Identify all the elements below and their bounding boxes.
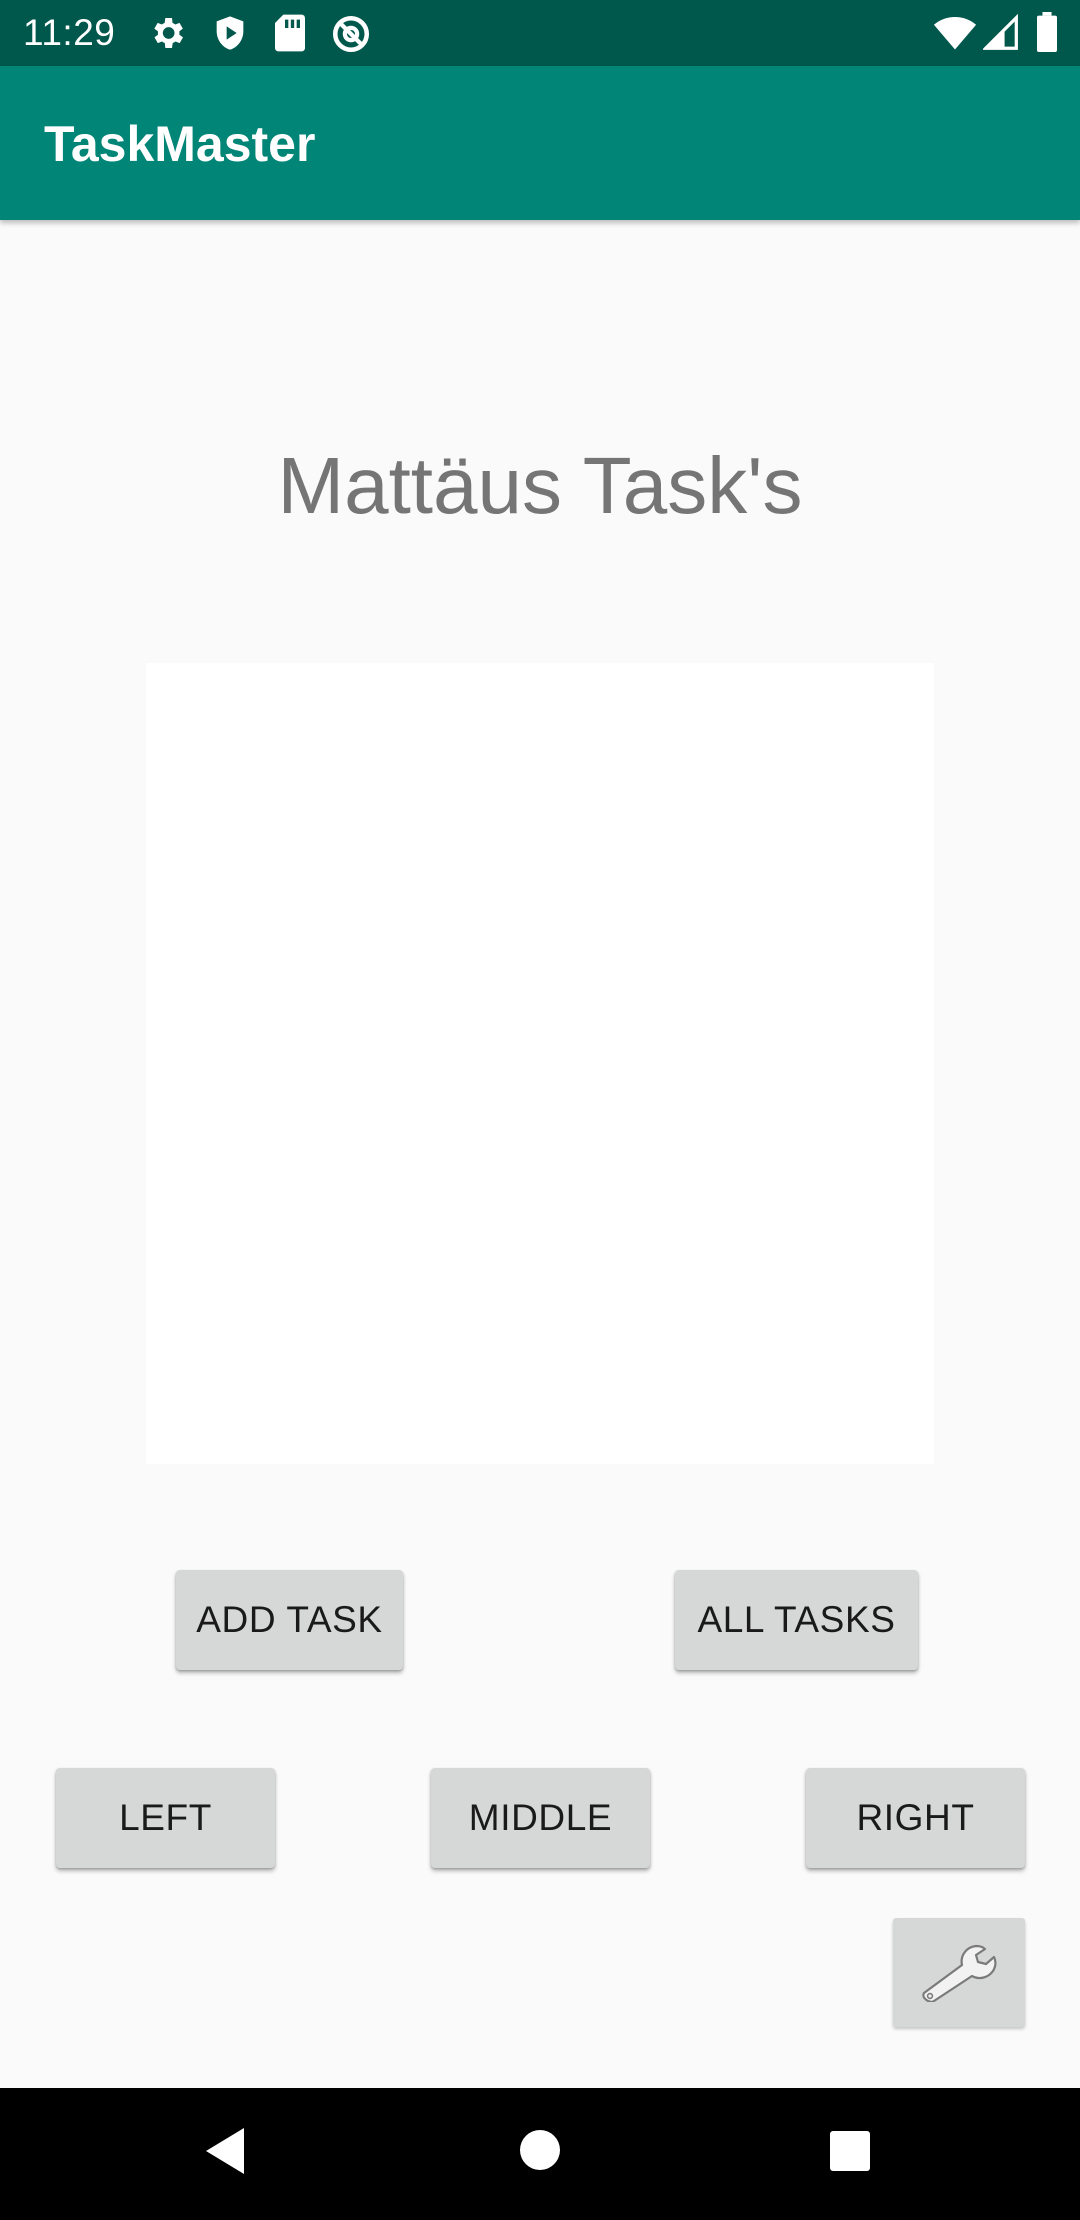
sd-card-icon [272,13,308,58]
add-task-button[interactable]: ADD TASK [176,1570,403,1670]
status-bar: 11:29 [0,0,1080,66]
at-sign-icon [330,13,372,60]
battery-icon [1036,12,1058,57]
settings-button[interactable] [893,1918,1025,2027]
wrench-icon [916,1938,1002,2007]
wifi-icon [933,14,977,57]
app-title: TaskMaster [44,116,316,172]
all-tasks-button[interactable]: ALL TASKS [675,1570,918,1670]
home-icon[interactable] [518,2128,562,2177]
middle-button[interactable]: MIDDLE [431,1768,650,1868]
app-bar: TaskMaster [0,66,1080,220]
back-icon[interactable] [204,2126,246,2181]
gear-icon [147,13,187,58]
signal-icon [981,13,1019,57]
navigation-bar [0,2088,1080,2220]
right-button[interactable]: RIGHT [806,1768,1025,1868]
task-list[interactable] [146,663,934,1464]
left-button[interactable]: LEFT [56,1768,275,1868]
recents-icon[interactable] [829,2130,871,2177]
shield-icon [210,13,250,58]
page-title: Mattäus Task's [277,441,803,530]
status-time: 11:29 [23,12,116,53]
